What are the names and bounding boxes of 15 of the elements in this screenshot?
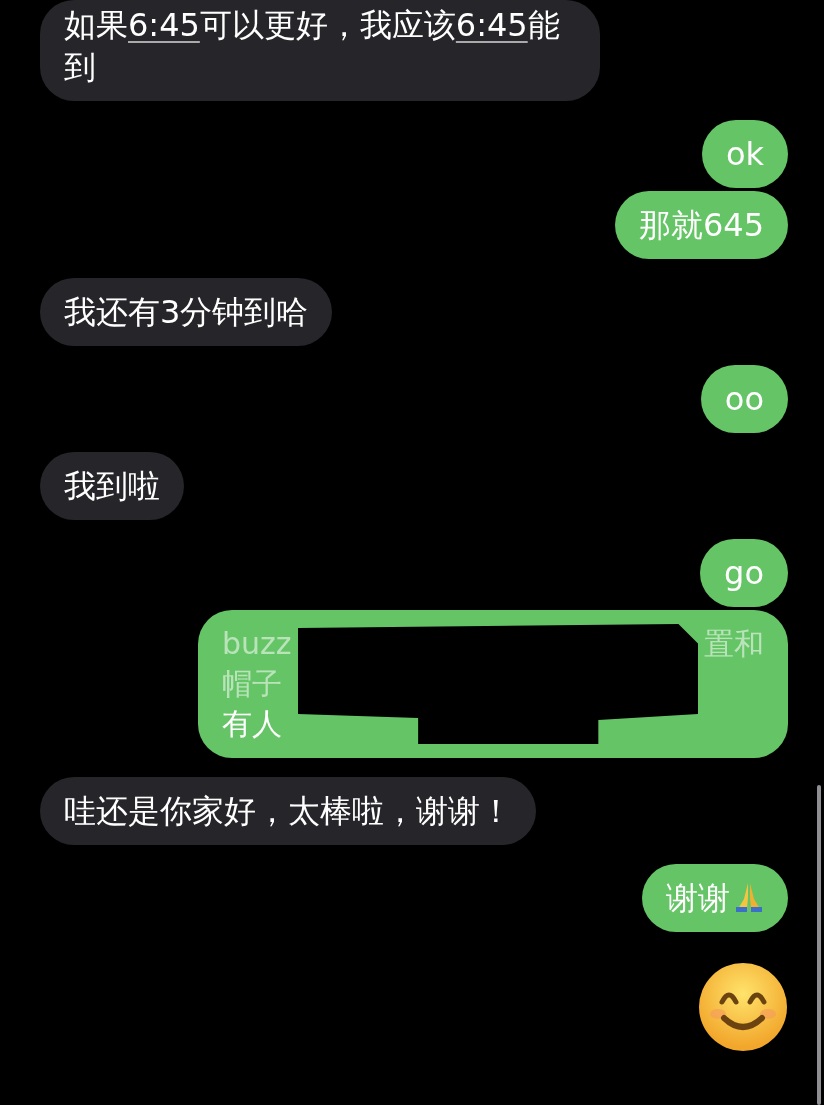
message-bubble: 如果6:45可以更好，我应该6:45能到 <box>40 0 600 101</box>
message-bubble: 我到啦 <box>40 452 184 520</box>
message-bubble: oo <box>700 365 788 433</box>
smiling-emoji-icon <box>698 962 788 1052</box>
message-bubble: 谢谢 <box>642 864 788 932</box>
scroll-bar[interactable] <box>817 785 821 1105</box>
message-fragment: 有人 <box>222 705 283 743</box>
message-fragment: buzz <box>222 625 292 663</box>
message-bubble: go <box>700 539 788 607</box>
message-bubble: ok <box>701 120 788 188</box>
message-fragment: 帽子 <box>222 665 283 703</box>
message-fragment: 置和 <box>704 625 764 663</box>
message-bubble: 我还有3分钟到哈 <box>40 278 333 346</box>
message-bubble: 那就645 <box>614 191 788 259</box>
message-bubble: 哇还是你家好，太棒啦，谢谢！ <box>40 777 536 845</box>
